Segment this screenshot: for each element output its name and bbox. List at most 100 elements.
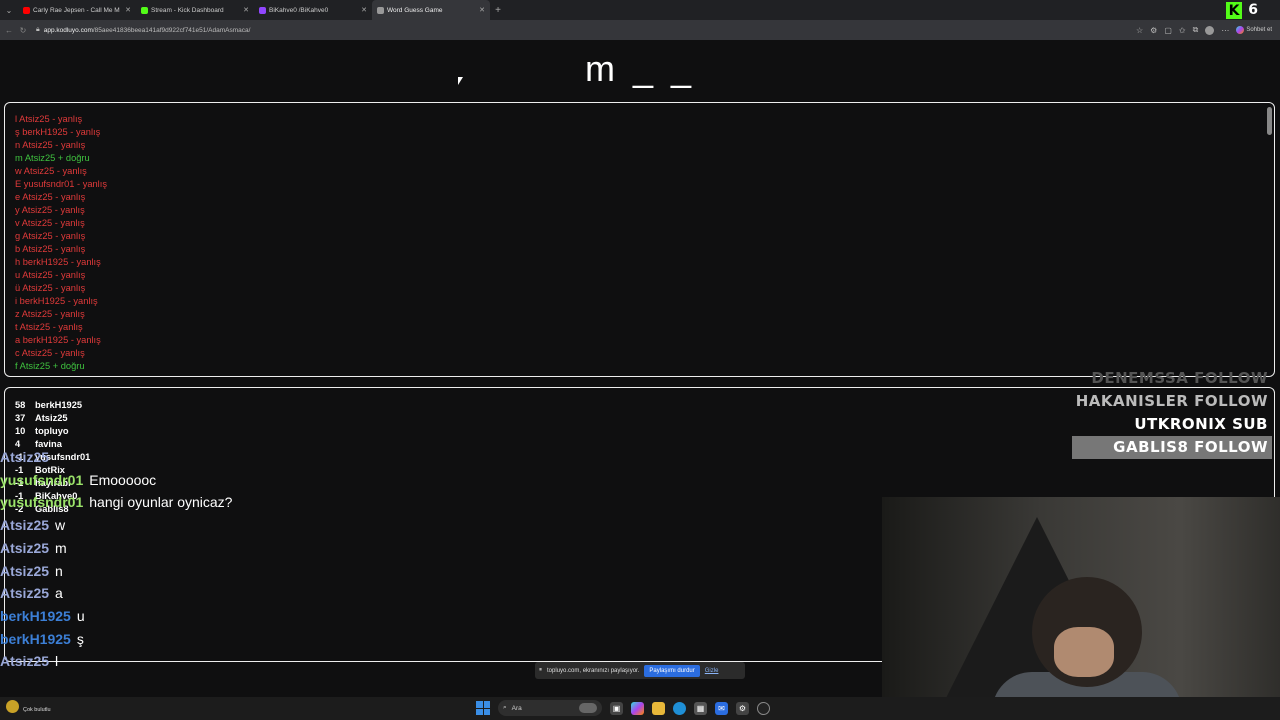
copilot-chat-button[interactable]: Sohbet et — [1236, 26, 1272, 34]
close-tab-icon[interactable]: ✕ — [479, 6, 485, 14]
close-tab-icon[interactable]: ✕ — [125, 6, 131, 14]
chat-message: Atsiz25 w — [0, 514, 880, 537]
kick-logo-icon: K — [1226, 2, 1242, 19]
score-player: berkH1925 — [35, 400, 83, 410]
chat-message: Atsiz25 — [0, 446, 880, 469]
chat-text: m — [55, 539, 67, 556]
hide-notice-button[interactable]: Gizle — [705, 668, 719, 674]
score-points: 10 — [15, 426, 26, 436]
browser-tab[interactable]: Carly Rae Jepsen - Call Me M ✕ — [18, 0, 136, 20]
settings-icon[interactable]: ⚙ — [736, 701, 749, 715]
close-tab-icon[interactable]: ✕ — [243, 6, 249, 14]
favorites-icon[interactable]: ✩ — [1179, 26, 1186, 35]
back-icon[interactable]: ← — [4, 26, 14, 35]
browser-tab-bar: ⌄ Carly Rae Jepsen - Call Me M ✕ Stream - … — [0, 0, 1280, 20]
new-tab-button[interactable]: + — [490, 5, 506, 16]
tab-list-chevron-icon[interactable]: ⌄ — [0, 0, 18, 20]
guess-entry: v Atsiz25 - yanlış — [15, 218, 85, 228]
task-view-icon[interactable]: ▣ — [610, 701, 623, 715]
chat-text: hangi oyunlar oynicaz? — [89, 494, 233, 511]
guess-entry: E yusufsndr01 - yanlış — [15, 179, 107, 189]
more-menu-icon[interactable]: ⋯ — [1221, 26, 1229, 35]
chat-text: l — [55, 653, 59, 670]
url-field[interactable]: 🔒︎ app.kodluyo.com/85aee41836beea141af9d… — [36, 23, 1136, 37]
guess-entry: i berkH1925 - yanlış — [15, 296, 98, 306]
chat-message: yusufsndr01 Emoooooc — [0, 469, 880, 492]
webcam-feed — [882, 497, 1280, 720]
microsoft-store-icon[interactable]: ▦ — [694, 701, 707, 715]
reload-icon[interactable]: ↻ — [18, 26, 28, 35]
guess-log-scrollbar[interactable] — [1267, 107, 1272, 135]
file-explorer-icon[interactable] — [652, 701, 665, 715]
guess-entry: w Atsiz25 - yanlış — [15, 166, 87, 176]
browser-tab[interactable]: Stream - Kick Dashboard ✕ — [136, 0, 254, 20]
start-button[interactable] — [476, 701, 490, 715]
score-points: 58 — [15, 400, 26, 410]
search-highlight-icon — [579, 703, 597, 713]
tab-label: Word Guess Game — [387, 6, 443, 14]
collections-icon[interactable]: ⧉ — [1193, 25, 1199, 35]
chat-username: Atsiz25 — [0, 653, 50, 670]
copilot-icon — [1236, 26, 1245, 34]
guess-log-panel[interactable]: l Atsiz25 - yanlış ş berkH1925 - yanlış n … — [4, 102, 1275, 377]
score-player: topluyo — [35, 426, 69, 436]
stream-event: GABLIS8 FOLLOW — [1071, 436, 1272, 459]
chat-text: u — [76, 607, 85, 624]
share-message: topluyo.com, ekranınızı paylaşıyor. — [547, 667, 640, 674]
chat-username: Atsiz25 — [0, 562, 50, 579]
extensions-icon[interactable]: ⚙ — [1150, 26, 1157, 35]
chat-text: ş — [76, 630, 84, 647]
guess-entry: c Atsiz25 - yanlış — [15, 348, 85, 358]
chat-text: a — [55, 585, 63, 602]
guess-entry: a berkH1925 - yanlış — [15, 335, 101, 345]
chat-message: Atsiz25 l — [0, 650, 880, 673]
chat-text: n — [55, 562, 63, 579]
mail-icon[interactable]: ✉ — [715, 701, 728, 715]
obs-icon[interactable] — [757, 701, 770, 715]
guess-entry: e Atsiz25 - yanlış — [15, 192, 86, 202]
score-player: Atsiz25 — [35, 413, 68, 423]
chat-username: berkH1925 — [0, 630, 71, 647]
windows-taskbar: Çok bulutlu ⌕ Ara ▣ ▦ ✉ ⚙ — [0, 697, 1280, 720]
chat-username: Atsiz25 — [0, 585, 50, 602]
chat-username: yusufsndr01 — [0, 494, 84, 511]
stream-event: UTKRONIX SUB — [1134, 415, 1268, 433]
chat-text: w — [55, 517, 66, 534]
chat-username: Atsiz25 — [0, 517, 50, 534]
edge-icon[interactable] — [673, 701, 686, 715]
browser-tab[interactable]: BiKahve0 /BiKahve0 ✕ — [254, 0, 372, 20]
search-icon: ⌕ — [503, 704, 507, 711]
mouse-cursor-icon — [458, 77, 463, 85]
guess-entry: u Atsiz25 - yanlış — [15, 270, 86, 280]
stream-chat-overlay: Atsiz25 yusufsndr01 Emoooooc yusufsndr01 han… — [0, 446, 880, 673]
stream-event: HAKANISLER FOLLOW — [1075, 392, 1268, 410]
masked-word: m _ _ — [584, 48, 696, 89]
copilot-taskbar-icon[interactable] — [631, 701, 644, 715]
chat-message: Atsiz25 m — [0, 537, 880, 560]
split-screen-icon[interactable]: ▢ — [1164, 26, 1172, 35]
guess-entry: b Atsiz25 - yanlış — [15, 244, 86, 254]
globe-icon — [377, 6, 384, 14]
pause-icon: ⏸ — [539, 667, 543, 673]
stream-events-overlay: DENEMSSA FOLLOW HAKANISLER FOLLOW UTKRONIX… — [1071, 367, 1272, 459]
chat-text: Emoooooc — [89, 471, 157, 488]
tab-label: Carly Rae Jepsen - Call Me M — [33, 6, 120, 14]
tab-label: Stream - Kick Dashboard — [151, 6, 224, 14]
weather-cloud-icon — [6, 699, 19, 713]
guess-entry: y Atsiz25 - yanlış — [15, 205, 85, 215]
guess-entry: z Atsiz25 - yanlış — [15, 309, 85, 319]
stop-sharing-button[interactable]: Paylaşımı durdur — [644, 664, 700, 677]
taskbar-search[interactable]: ⌕ Ara — [498, 700, 602, 716]
chat-username: berkH1925 — [0, 607, 71, 624]
bookmark-star-icon[interactable]: ☆ — [1136, 26, 1143, 35]
weather-widget[interactable]: Çok bulutlu — [6, 699, 51, 713]
chat-message: berkH1925 ş — [0, 628, 880, 651]
chat-message: Atsiz25 n — [0, 560, 880, 583]
profile-avatar[interactable] — [1205, 25, 1215, 35]
guess-entry: n Atsiz25 - yanlış — [15, 140, 86, 150]
guess-entry: m Atsiz25 + doğru — [15, 153, 90, 163]
browser-tab[interactable]: Word Guess Game ✕ — [372, 0, 490, 20]
close-tab-icon[interactable]: ✕ — [361, 6, 367, 14]
guess-entry: ü Atsiz25 - yanlış — [15, 283, 86, 293]
url-path: /85aee41836beea141af9d922cf741e51/AdamAs… — [92, 26, 251, 34]
